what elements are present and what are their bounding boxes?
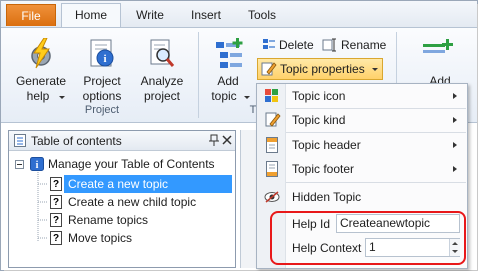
delete-label: Delete (279, 38, 314, 52)
menu-label: Hidden Topic (292, 190, 362, 204)
page-footer-icon (266, 161, 278, 177)
topic-label: topic (211, 89, 237, 103)
toc-item-create-new-topic[interactable]: Create a new topic (68, 175, 168, 193)
svg-text:i: i (36, 160, 39, 171)
toc-root-item[interactable]: Manage your Table of Contents (48, 155, 215, 173)
tab-home[interactable]: Home (61, 3, 121, 27)
project-info-icon: i (90, 39, 114, 67)
toc-icon (14, 134, 26, 147)
page-header-icon (266, 137, 278, 153)
help-id-input[interactable]: Createanewtopic (336, 214, 460, 233)
rename-icon (322, 38, 336, 52)
submenu-arrow-icon (453, 166, 457, 172)
add-topic-button[interactable]: Add topic (204, 36, 252, 106)
dropdown-arrow-icon (244, 96, 250, 99)
svg-text:i: i (103, 53, 106, 65)
submenu-arrow-icon (453, 142, 457, 148)
help-context-label: Help Context (292, 241, 362, 255)
rename-label: Rename (341, 38, 387, 52)
delete-icon (263, 39, 275, 49)
info-book-icon: i (30, 157, 44, 171)
project-label: Project (83, 74, 121, 88)
help-context-value: 1 (369, 240, 376, 254)
lightning-gear-icon (31, 38, 51, 69)
close-icon[interactable] (222, 135, 232, 145)
analyze-project-button[interactable]: Analyze project (134, 36, 190, 106)
help-topic-icon: ? (50, 177, 62, 191)
toc-title: Table of contents (31, 134, 122, 148)
analyze-icon (150, 39, 175, 67)
pin-icon[interactable] (209, 134, 219, 146)
add-button-partial[interactable]: Add (414, 36, 464, 88)
tab-write[interactable]: Write (128, 4, 172, 26)
help-topic-icon: ? (50, 195, 62, 209)
add-section-icon (423, 39, 453, 53)
delete-button[interactable]: Delete (260, 36, 316, 54)
generate-label: Generate (15, 74, 67, 88)
minus-icon (17, 164, 22, 165)
rename-button[interactable]: Rename (320, 36, 386, 54)
topic-properties-icon (261, 62, 277, 76)
topic-properties-button[interactable]: Topic properties (257, 58, 383, 80)
topic-kind-icon (265, 112, 281, 127)
tree-lines (37, 172, 48, 242)
add-label: Add (217, 74, 239, 88)
help-topic-icon: ? (50, 231, 62, 245)
menu-label: Topic footer (292, 162, 355, 176)
project-options-button[interactable]: i Project options (76, 36, 128, 106)
help-context-spinner[interactable] (449, 239, 460, 256)
topic-properties-label: Topic properties (280, 62, 365, 76)
analyze-label: Analyze (140, 74, 184, 88)
options-label: options (82, 89, 122, 103)
color-grid-icon (265, 89, 278, 102)
group-separator (198, 32, 199, 118)
help-topic-icon: ? (50, 213, 62, 227)
editor-area-edge (240, 130, 257, 268)
menu-item-hidden-topic[interactable]: Hidden Topic (257, 185, 467, 209)
project-word-label: project (143, 89, 181, 103)
menu-item-topic-icon[interactable]: Topic icon (257, 84, 467, 108)
menu-item-topic-header[interactable]: Topic header (257, 133, 467, 157)
spin-down-icon[interactable] (452, 250, 458, 253)
menu-label: Topic kind (292, 113, 346, 127)
dropdown-arrow-icon (372, 68, 378, 71)
help-id-label: Help Id (292, 217, 331, 231)
group-label-project: Project (84, 104, 120, 116)
hidden-eye-icon (264, 191, 280, 203)
tab-file[interactable]: File (6, 4, 56, 26)
help-context-input[interactable]: 1 (365, 238, 460, 257)
toc-item-rename-topics[interactable]: Rename topics (68, 211, 148, 229)
help-label: help (26, 89, 50, 103)
submenu-arrow-icon (453, 93, 457, 99)
spin-up-icon[interactable] (452, 242, 458, 245)
menu-item-topic-kind[interactable]: Topic kind (257, 108, 467, 132)
tab-tools[interactable]: Tools (240, 4, 284, 26)
toc-item-move-topics[interactable]: Move topics (68, 229, 132, 247)
dropdown-arrow-icon (59, 96, 65, 99)
generate-help-button[interactable]: Generate help (14, 36, 68, 106)
toc-item-create-child-topic[interactable]: Create a new child topic (68, 193, 196, 211)
tab-insert[interactable]: Insert (184, 4, 228, 26)
menu-label: Topic header (292, 138, 361, 152)
menu-separator (286, 182, 466, 183)
submenu-arrow-icon (453, 117, 457, 123)
add-topic-icon (216, 38, 243, 68)
menu-item-topic-footer[interactable]: Topic footer (257, 157, 467, 181)
collapse-toggle[interactable] (15, 160, 24, 169)
menu-label: Topic icon (292, 89, 346, 103)
